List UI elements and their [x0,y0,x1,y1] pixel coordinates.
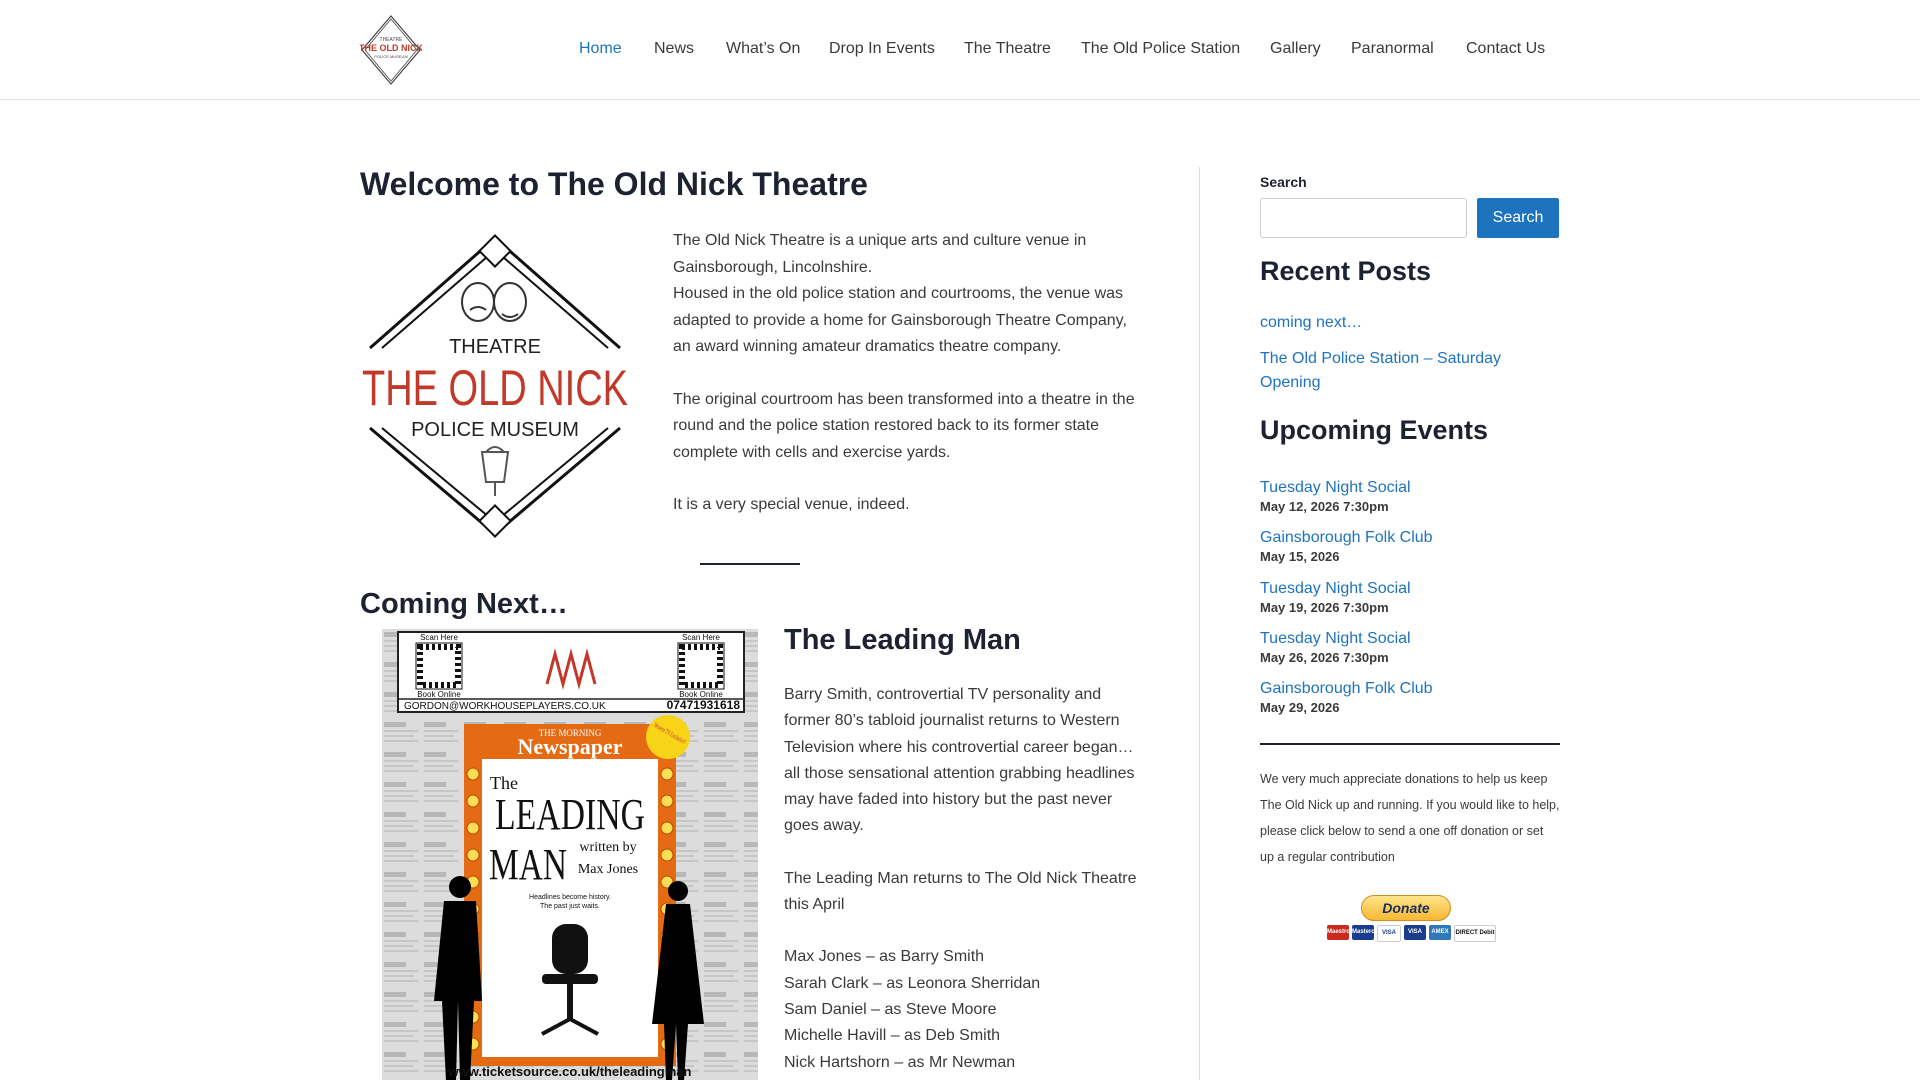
nav-item-paranormal[interactable]: Paranormal [1351,40,1434,58]
mastercard-icon: Mastercard [1352,925,1384,940]
upcoming-events-heading: Upcoming Events [1260,415,1489,445]
logo-text-top: THEATRE [449,336,541,358]
event-link[interactable]: Gainsborough Folk Club [1260,679,1560,699]
event-item: Tuesday Night Social May 26, 2026 7:30pm [1260,629,1560,666]
nav-item-the-theatre[interactable]: The Theatre [964,40,1051,58]
site-header: THEATRE THE OLD NICK POLICE MUSEUM Home … [0,0,1920,100]
intro-paragraph: The original courtroom has been transfor… [673,390,1135,461]
nav-item-old-police-station[interactable]: The Old Police Station [1081,40,1240,58]
logo-text-middle: THE OLD NICK [362,360,628,416]
poster-scan-right: Scan Here [682,633,720,642]
poster-book-left: Book Online [417,690,461,699]
show-paragraph: Barry Smith, controvertial TV personalit… [784,686,1135,835]
show-description: Barry Smith, controvertial TV personalit… [784,682,1144,1076]
event-date: May 19, 2026 7:30pm [1260,600,1389,615]
event-item: Tuesday Night Social May 12, 2026 7:30pm [1260,478,1560,515]
recent-post-link[interactable]: The Old Police Station – Saturday Openin… [1260,347,1560,395]
leading-man-poster[interactable]: Scan Here Scan Here Book Online Book Onl… [382,629,758,1080]
recent-posts-heading: Recent Posts [1260,256,1432,286]
poster-scan-left: Scan Here [420,633,458,642]
search-label: Search [1260,174,1307,190]
poster-newspaper: Newspaper [517,734,622,759]
coming-next-heading: Coming Next… [360,588,568,620]
search-button[interactable]: Search [1477,198,1559,238]
poster-author: Max Jones [578,862,638,877]
poster-written-by: written by [579,840,636,855]
poster-tagline-2: The past just waits. [540,903,600,910]
event-date: May 29, 2026 [1260,700,1340,715]
intro-line: The Old Nick Theatre is a unique arts an… [673,232,1087,276]
visa-card-icon: VISA [1377,925,1401,942]
poster-email: GORDON@WORKHOUSEPLAYERS.CO.UK [404,701,606,712]
cast-member: Max Jones – as Barry Smith [784,948,985,966]
donate-button[interactable]: Donate [1361,895,1451,921]
visa-card-icon: VISA [1404,925,1426,940]
nav-item-drop-in-events[interactable]: Drop In Events [829,40,935,58]
show-title: The Leading Man [784,624,1021,656]
svg-text:THE OLD NICK: THE OLD NICK [360,43,422,53]
event-item: Gainsborough Folk Club May 15, 2026 [1260,528,1560,565]
intro-text: The Old Nick Theatre is a unique arts an… [673,228,1143,545]
nav-item-gallery[interactable]: Gallery [1270,40,1321,58]
site-logo[interactable]: THEATRE THE OLD NICK POLICE MUSEUM [360,14,422,86]
search-input[interactable] [1260,198,1467,238]
cast-member: Michelle Havill – as Deb Smith [784,1027,1001,1045]
direct-debit-icon: DIRECT Debit [1454,925,1496,942]
cast-member: Sarah Clark – as Leonora Sherridan [784,974,1041,992]
nav-item-home[interactable]: Home [579,40,622,58]
donate-text: We very much appreciate donations to hel… [1260,772,1560,864]
sidebar-divider [1260,743,1560,745]
event-link[interactable]: Gainsborough Folk Club [1260,528,1560,548]
event-link[interactable]: Tuesday Night Social [1260,579,1560,599]
event-date: May 12, 2026 7:30pm [1260,499,1389,514]
nav-item-news[interactable]: News [654,40,694,58]
event-item: Gainsborough Folk Club May 29, 2026 [1260,679,1560,716]
event-item: Tuesday Night Social May 19, 2026 7:30pm [1260,579,1560,616]
poster-man: MAN [489,840,567,889]
poster-url: www.ticketsource.co.uk/theleadingman [448,1064,692,1079]
cast-list: Max Jones – as Barry Smith Sarah Clark –… [784,944,1144,1075]
page-title: Welcome to The Old Nick Theatre [360,166,868,202]
intro-paragraph: It is a very special venue, indeed. [673,496,910,513]
old-nick-logo: THEATRE THE OLD NICK POLICE MUSEUM [362,234,628,538]
poster-artwork: Scan Here Scan Here Book Online Book Onl… [382,629,758,1080]
nav-item-whats-on[interactable]: What’s On [726,40,800,58]
svg-text:POLICE MUSEUM: POLICE MUSEUM [374,54,408,59]
logo-text-bottom: POLICE MUSEUM [411,419,579,441]
event-date: May 26, 2026 7:30pm [1260,650,1389,665]
payment-cards: Maestro Mastercard VISA VISA AMEX DIRECT… [1327,925,1496,942]
section-divider [700,563,800,565]
event-link[interactable]: Tuesday Night Social [1260,629,1560,649]
intro-line: Housed in the old police station and cou… [673,285,1127,355]
show-paragraph: The Leading Man returns to The Old Nick … [784,869,1137,914]
cast-member: Sam Daniel – as Steve Moore [784,1000,997,1018]
poster-tagline-1: Headlines become history. [529,894,611,901]
column-divider [1199,167,1200,1080]
maestro-card-icon: Maestro [1327,925,1350,940]
nav-item-contact-us[interactable]: Contact Us [1466,40,1545,58]
amex-card-icon: AMEX [1429,925,1451,940]
event-link[interactable]: Tuesday Night Social [1260,478,1560,498]
poster-phone: 07471931618 [667,698,741,712]
event-date: May 15, 2026 [1260,549,1340,564]
poster-leading: LEADING [495,790,645,839]
cast-member: Nick Hartshorn – as Mr Newman [784,1053,1016,1071]
recent-post-link[interactable]: coming next… [1260,311,1560,335]
